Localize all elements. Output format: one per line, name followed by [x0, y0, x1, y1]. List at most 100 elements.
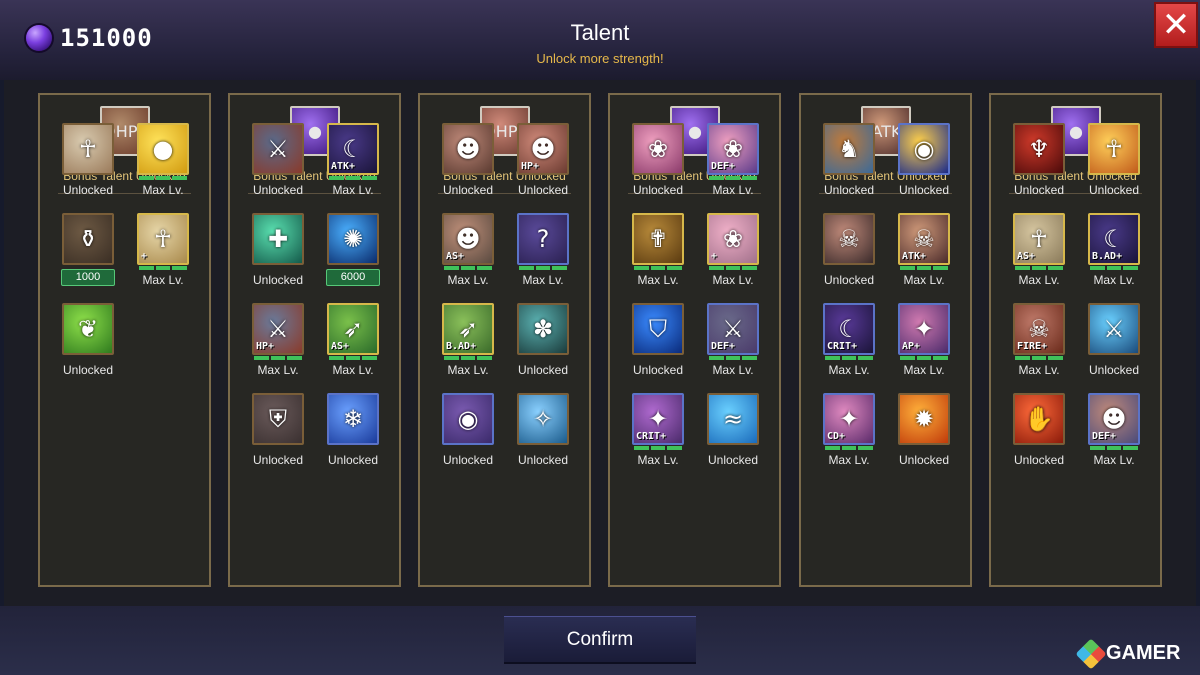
talent-slot[interactable]: ☻ HP+ Unlocked [505, 123, 581, 203]
talent-slot[interactable]: ✟ Max Lv. [620, 213, 696, 293]
dwarf-hp-icon[interactable]: ☻HP+ [517, 123, 569, 175]
ice-shard-icon[interactable]: ✧ [517, 393, 569, 445]
level-bar [1015, 266, 1064, 270]
dwarf-def-icon[interactable]: ☻ DEF+ [1088, 393, 1140, 445]
knight-icon[interactable]: ⚔ [252, 123, 304, 175]
level-bar [139, 266, 188, 270]
dark-mage-icon[interactable]: ☾ ATK+ [327, 123, 379, 175]
pink-girl-icon[interactable]: ❀ [632, 123, 684, 175]
talent-slot[interactable]: ⚔ Unlocked [1076, 303, 1152, 383]
sword-slash-icon[interactable]: ⚔ [1088, 303, 1140, 355]
dwarf-as-icon[interactable]: ☻ AS+ [442, 213, 494, 265]
seal-icon[interactable]: ◉ [442, 393, 494, 445]
talent-slot[interactable]: ☻ Unlocked [430, 123, 506, 203]
heal-cross-icon[interactable]: ✚ [252, 213, 304, 265]
talent-slot[interactable]: ➶ B.AD+ Max Lv. [430, 303, 506, 383]
talent-slot[interactable]: ❄ Unlocked [315, 393, 391, 473]
talent-slot[interactable]: ✹ Unlocked [886, 393, 962, 473]
talent-slot[interactable]: ☥ + Max Lv. [125, 213, 201, 293]
pink-girl-def-icon[interactable]: ❀ DEF+ [707, 123, 759, 175]
blue-shield-icon[interactable]: ⛉ [632, 303, 684, 355]
potion-flask-icon[interactable]: ⚱ [62, 213, 114, 265]
priestess-heal-icon[interactable]: ☥ + [137, 213, 189, 265]
talent-slot[interactable]: ⛨ Unlocked [240, 393, 316, 473]
talent-slot[interactable]: ❀ Unlocked [620, 123, 696, 203]
dragon-icon[interactable]: ♞ [823, 123, 875, 175]
witch-cd-icon[interactable]: ✦ CD+ [823, 393, 875, 445]
talent-slot[interactable]: ⚔ HP+ Max Lv. [240, 303, 316, 383]
talent-slot[interactable]: ☥ Unlocked [50, 123, 126, 203]
talent-slot[interactable]: ☥ Unlocked [1076, 123, 1152, 203]
talent-slot[interactable]: ⛉ Unlocked [620, 303, 696, 383]
talent-slot[interactable]: ● Max Lv. [125, 123, 201, 203]
witch-crit-icon[interactable]: ✦ CRIT+ [632, 393, 684, 445]
dragon-eye-icon[interactable]: ◉ [898, 123, 950, 175]
talent-slot[interactable]: ✺ 6000 [315, 213, 391, 293]
page-subtitle: Unlock more strength! [536, 51, 664, 66]
talent-slot[interactable]: ☠ FIRE+ Max Lv. [1001, 303, 1077, 383]
talent-slot[interactable]: ☠ ATK+ Max Lv. [886, 213, 962, 293]
talent-slot[interactable]: ✽ Unlocked [505, 303, 581, 383]
elf-archer-icon[interactable]: ➶ AS+ [327, 303, 379, 355]
knight-def-icon[interactable]: ⚔ DEF+ [707, 303, 759, 355]
talent-slot[interactable]: ⚔ Unlocked [240, 123, 316, 203]
confirm-button[interactable]: Confirm [504, 616, 696, 664]
priestess-as-icon[interactable]: ☥ AS+ [1013, 213, 1065, 265]
pink-girl-heal-icon[interactable]: ❀ + [707, 213, 759, 265]
talent-slot[interactable]: ➶ AS+ Max Lv. [315, 303, 391, 383]
vortex-icon[interactable]: ✺ [327, 213, 379, 265]
talent-slot[interactable]: ⚔ DEF+ Max Lv. [695, 303, 771, 383]
snowflake-icon[interactable]: ❄ [327, 393, 379, 445]
talent-tag: AS+ [446, 251, 465, 262]
talent-slot[interactable]: ❀ + Max Lv. [695, 213, 771, 293]
fire-priestess-icon[interactable]: ☥ [1088, 123, 1140, 175]
talent-slot[interactable]: ? Max Lv. [505, 213, 581, 293]
pirate-atk-icon[interactable]: ☠ATK+ [898, 213, 950, 265]
whirlwind-icon[interactable]: ✽ [517, 303, 569, 355]
fireball-icon[interactable]: ✹ [898, 393, 950, 445]
talent-slot[interactable]: ❀ DEF+ Max Lv. [695, 123, 771, 203]
unlock-cost-button[interactable]: 1000 [61, 269, 115, 286]
leaf-icon[interactable]: ❦ [62, 303, 114, 355]
talent-slot[interactable]: ✚ Unlocked [240, 213, 316, 293]
talent-slot[interactable]: ✋ Unlocked [1001, 393, 1077, 473]
close-button[interactable]: ✕ [1154, 2, 1198, 48]
talent-slot[interactable]: ◉ Unlocked [886, 123, 962, 203]
talent-slot[interactable]: ☻ AS+ Max Lv. [430, 213, 506, 293]
talent-slot[interactable]: ☥ AS+ Max Lv. [1001, 213, 1077, 293]
unlock-cost-button[interactable]: 6000 [326, 269, 380, 286]
talent-slot[interactable]: ☾ ATK+ Max Lv. [315, 123, 391, 203]
mystery-icon[interactable]: ? [517, 213, 569, 265]
talent-slot[interactable]: ≈ Unlocked [695, 393, 771, 473]
witch-ap-icon[interactable]: ✦ AP+ [898, 303, 950, 355]
talent-slot[interactable]: ♆ Unlocked [1001, 123, 1077, 203]
talent-slot[interactable]: ✦ CD+ Max Lv. [811, 393, 887, 473]
water-wave-icon[interactable]: ≈ [707, 393, 759, 445]
knight-shield-icon[interactable]: ⛨ [252, 393, 304, 445]
talent-slot[interactable]: ⚱ 1000 [50, 213, 126, 293]
talent-slot[interactable]: ☻ DEF+ Max Lv. [1076, 393, 1152, 473]
talent-status-label: Unlocked [252, 273, 304, 287]
dark-mage-ad-icon[interactable]: ☾ B.AD+ [1088, 213, 1140, 265]
dwarf-icon[interactable]: ☻ [442, 123, 494, 175]
priestess-icon[interactable]: ☥ [62, 123, 114, 175]
talent-slot[interactable]: ❦ Unlocked [50, 303, 126, 383]
holy-book-icon[interactable]: ✟ [632, 213, 684, 265]
talent-slot[interactable]: ✦ CRIT+ Max Lv. [620, 393, 696, 473]
level-bar-segment [825, 356, 840, 360]
talent-slot[interactable]: ☾ B.AD+ Max Lv. [1076, 213, 1152, 293]
talent-slot[interactable]: ☾ CRIT+ Max Lv. [811, 303, 887, 383]
talent-slot[interactable]: ♞ Unlocked [811, 123, 887, 203]
dark-mage-crit-icon[interactable]: ☾ CRIT+ [823, 303, 875, 355]
talent-slot[interactable]: ☠ Unlocked [811, 213, 887, 293]
talent-slot[interactable]: ✧ Unlocked [505, 393, 581, 473]
demon-icon[interactable]: ♆ [1013, 123, 1065, 175]
gold-coin-icon[interactable]: ● [137, 123, 189, 175]
talent-slot[interactable]: ✦ AP+ Max Lv. [886, 303, 962, 383]
talent-slot[interactable]: ◉ Unlocked [430, 393, 506, 473]
fire-claw-icon[interactable]: ✋ [1013, 393, 1065, 445]
pirate-icon[interactable]: ☠ [823, 213, 875, 265]
elf-ad-icon[interactable]: ➶ B.AD+ [442, 303, 494, 355]
knight-hp-icon[interactable]: ⚔ HP+ [252, 303, 304, 355]
pirate-fire-icon[interactable]: ☠ FIRE+ [1013, 303, 1065, 355]
